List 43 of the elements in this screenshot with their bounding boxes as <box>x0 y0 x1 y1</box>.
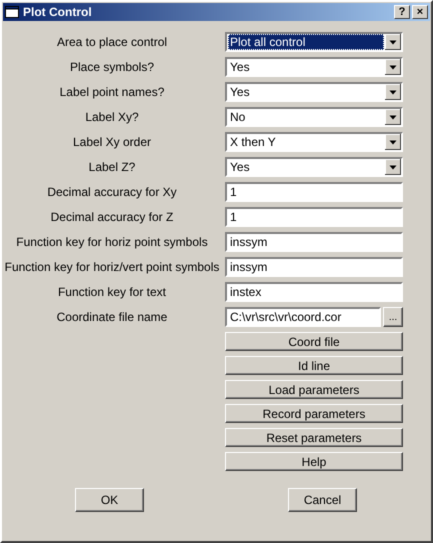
action-button[interactable]: Load parameters <box>225 380 403 399</box>
text-field[interactable]: inssym <box>225 232 403 252</box>
field-label: Label Xy? <box>84 110 140 124</box>
field-label: Area to place control <box>56 35 168 49</box>
dropdown-arrow-icon[interactable] <box>385 134 401 150</box>
field-label: Coordinate file name <box>56 310 168 324</box>
text-field[interactable]: inssym <box>225 257 403 277</box>
file-path-field[interactable]: C:\vr\src\vr\coord.cor <box>225 307 381 327</box>
dropdown[interactable]: Yes <box>225 82 403 102</box>
dropdown-arrow-icon[interactable] <box>385 109 401 125</box>
dropdown[interactable]: X then Y <box>225 132 403 152</box>
dropdown-arrow-icon[interactable] <box>385 34 401 50</box>
browse-button[interactable]: ... <box>383 307 403 327</box>
field-label: Label point names? <box>58 85 166 99</box>
dropdown[interactable]: Yes <box>225 157 403 177</box>
field-label: Function key for horiz/vert point symbols <box>4 260 220 274</box>
field-label: Label Xy order <box>72 135 152 149</box>
action-button[interactable]: Record parameters <box>225 404 403 423</box>
field-label: Label Z? <box>88 160 136 174</box>
dropdown[interactable]: No <box>225 107 403 127</box>
window-icon <box>5 6 19 18</box>
field-label: Function key for text <box>56 285 168 299</box>
text-field[interactable]: 1 <box>225 182 403 202</box>
action-button[interactable]: Reset parameters <box>225 428 403 447</box>
window-title: Plot Control <box>23 5 93 19</box>
action-button[interactable]: Coord file <box>225 332 403 351</box>
field-label: Function key for horiz point symbols <box>15 235 209 249</box>
dropdown-arrow-icon[interactable] <box>385 59 401 75</box>
help-button[interactable]: ? <box>394 5 410 19</box>
field-label: Place symbols? <box>68 60 156 74</box>
action-button[interactable]: Help <box>225 452 403 471</box>
dropdown-arrow-icon[interactable] <box>385 159 401 175</box>
field-label: Decimal accuracy for Z <box>50 210 174 224</box>
dropdown-arrow-icon[interactable] <box>385 84 401 100</box>
action-button[interactable]: Id line <box>225 356 403 375</box>
dropdown[interactable]: Plot all control <box>225 32 403 52</box>
close-button[interactable]: × <box>412 5 428 19</box>
cancel-button[interactable]: Cancel <box>288 488 357 512</box>
ok-button[interactable]: OK <box>75 488 144 512</box>
field-label: Decimal accuracy for Xy <box>46 185 178 199</box>
dropdown[interactable]: Yes <box>225 57 403 77</box>
text-field[interactable]: 1 <box>225 207 403 227</box>
text-field[interactable]: instex <box>225 282 403 302</box>
